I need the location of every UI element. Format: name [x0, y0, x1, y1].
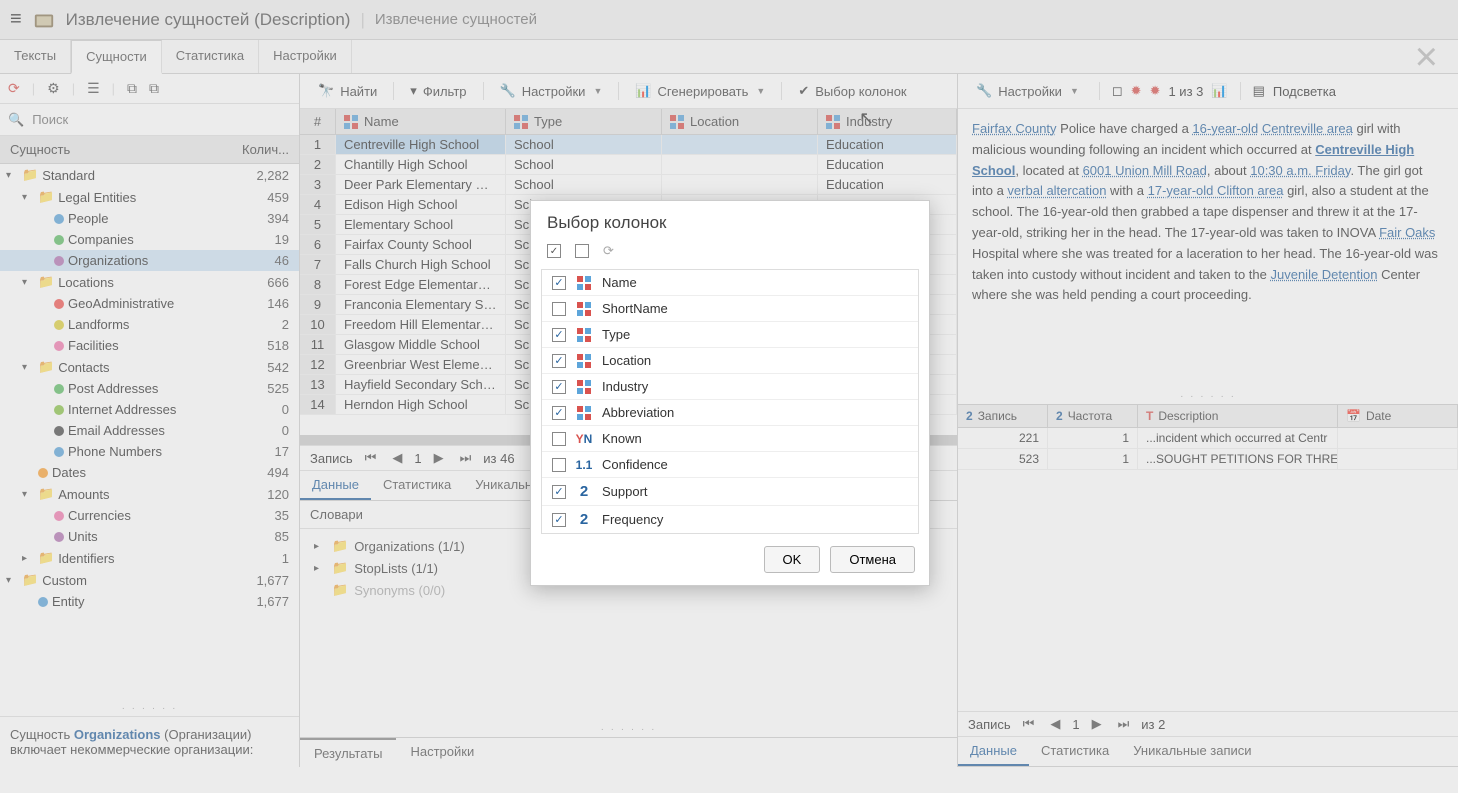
column-name: ShortName: [602, 301, 668, 316]
checkbox[interactable]: ✓: [552, 380, 566, 394]
modal-buttons: OK Отмена: [531, 534, 929, 585]
column-option[interactable]: ✓ Industry: [542, 374, 918, 400]
column-name: Known: [602, 431, 642, 446]
check-all-button[interactable]: ✓: [547, 244, 561, 258]
column-option[interactable]: ✓ Location: [542, 348, 918, 374]
column-option[interactable]: YN Known: [542, 426, 918, 452]
checkbox[interactable]: ✓: [552, 354, 566, 368]
checkbox[interactable]: [552, 432, 566, 446]
column-name: Abbreviation: [602, 405, 674, 420]
checkbox[interactable]: ✓: [552, 485, 566, 499]
column-option[interactable]: ✓ Name: [542, 270, 918, 296]
column-name: Location: [602, 353, 651, 368]
modal-toolbar: ✓ ⟳: [531, 243, 929, 269]
column-name: Industry: [602, 379, 648, 394]
type-icon: [576, 406, 592, 420]
column-option[interactable]: ShortName: [542, 296, 918, 322]
type-icon: [576, 276, 592, 290]
checkbox[interactable]: ✓: [552, 276, 566, 290]
column-option[interactable]: 1.1 Confidence: [542, 452, 918, 478]
checkbox[interactable]: ✓: [552, 513, 566, 527]
checkbox[interactable]: ✓: [552, 406, 566, 420]
column-name: Confidence: [602, 457, 668, 472]
type-icon: [576, 328, 592, 342]
column-name: Frequency: [602, 512, 663, 527]
type-icon: [576, 354, 592, 368]
ok-button[interactable]: OK: [764, 546, 821, 573]
type-icon: [576, 380, 592, 394]
column-list: ✓ Name ShortName ✓ Type ✓ Location ✓ Industry ✓ Ab…: [541, 269, 919, 534]
checkbox[interactable]: [552, 302, 566, 316]
type-icon: 1.1: [576, 458, 592, 472]
checkbox[interactable]: ✓: [552, 328, 566, 342]
column-option[interactable]: ✓ Abbreviation: [542, 400, 918, 426]
checkbox[interactable]: [552, 458, 566, 472]
type-icon: 2: [576, 511, 592, 528]
uncheck-all-button[interactable]: [575, 244, 589, 258]
type-icon: 2: [576, 483, 592, 500]
column-name: Support: [602, 484, 648, 499]
column-option[interactable]: ✓ 2 Support: [542, 478, 918, 506]
column-option[interactable]: ✓ Type: [542, 322, 918, 348]
type-icon: [576, 302, 592, 316]
column-chooser-modal: Выбор колонок ✓ ⟳ ✓ Name ShortName ✓ Type ✓ Lo…: [530, 200, 930, 586]
column-name: Name: [602, 275, 637, 290]
cancel-button[interactable]: Отмена: [830, 546, 915, 573]
column-name: Type: [602, 327, 630, 342]
column-option[interactable]: ✓ 2 Frequency: [542, 506, 918, 533]
type-icon: YN: [576, 432, 592, 446]
reset-icon[interactable]: ⟳: [603, 243, 614, 259]
modal-title: Выбор колонок: [531, 201, 929, 243]
